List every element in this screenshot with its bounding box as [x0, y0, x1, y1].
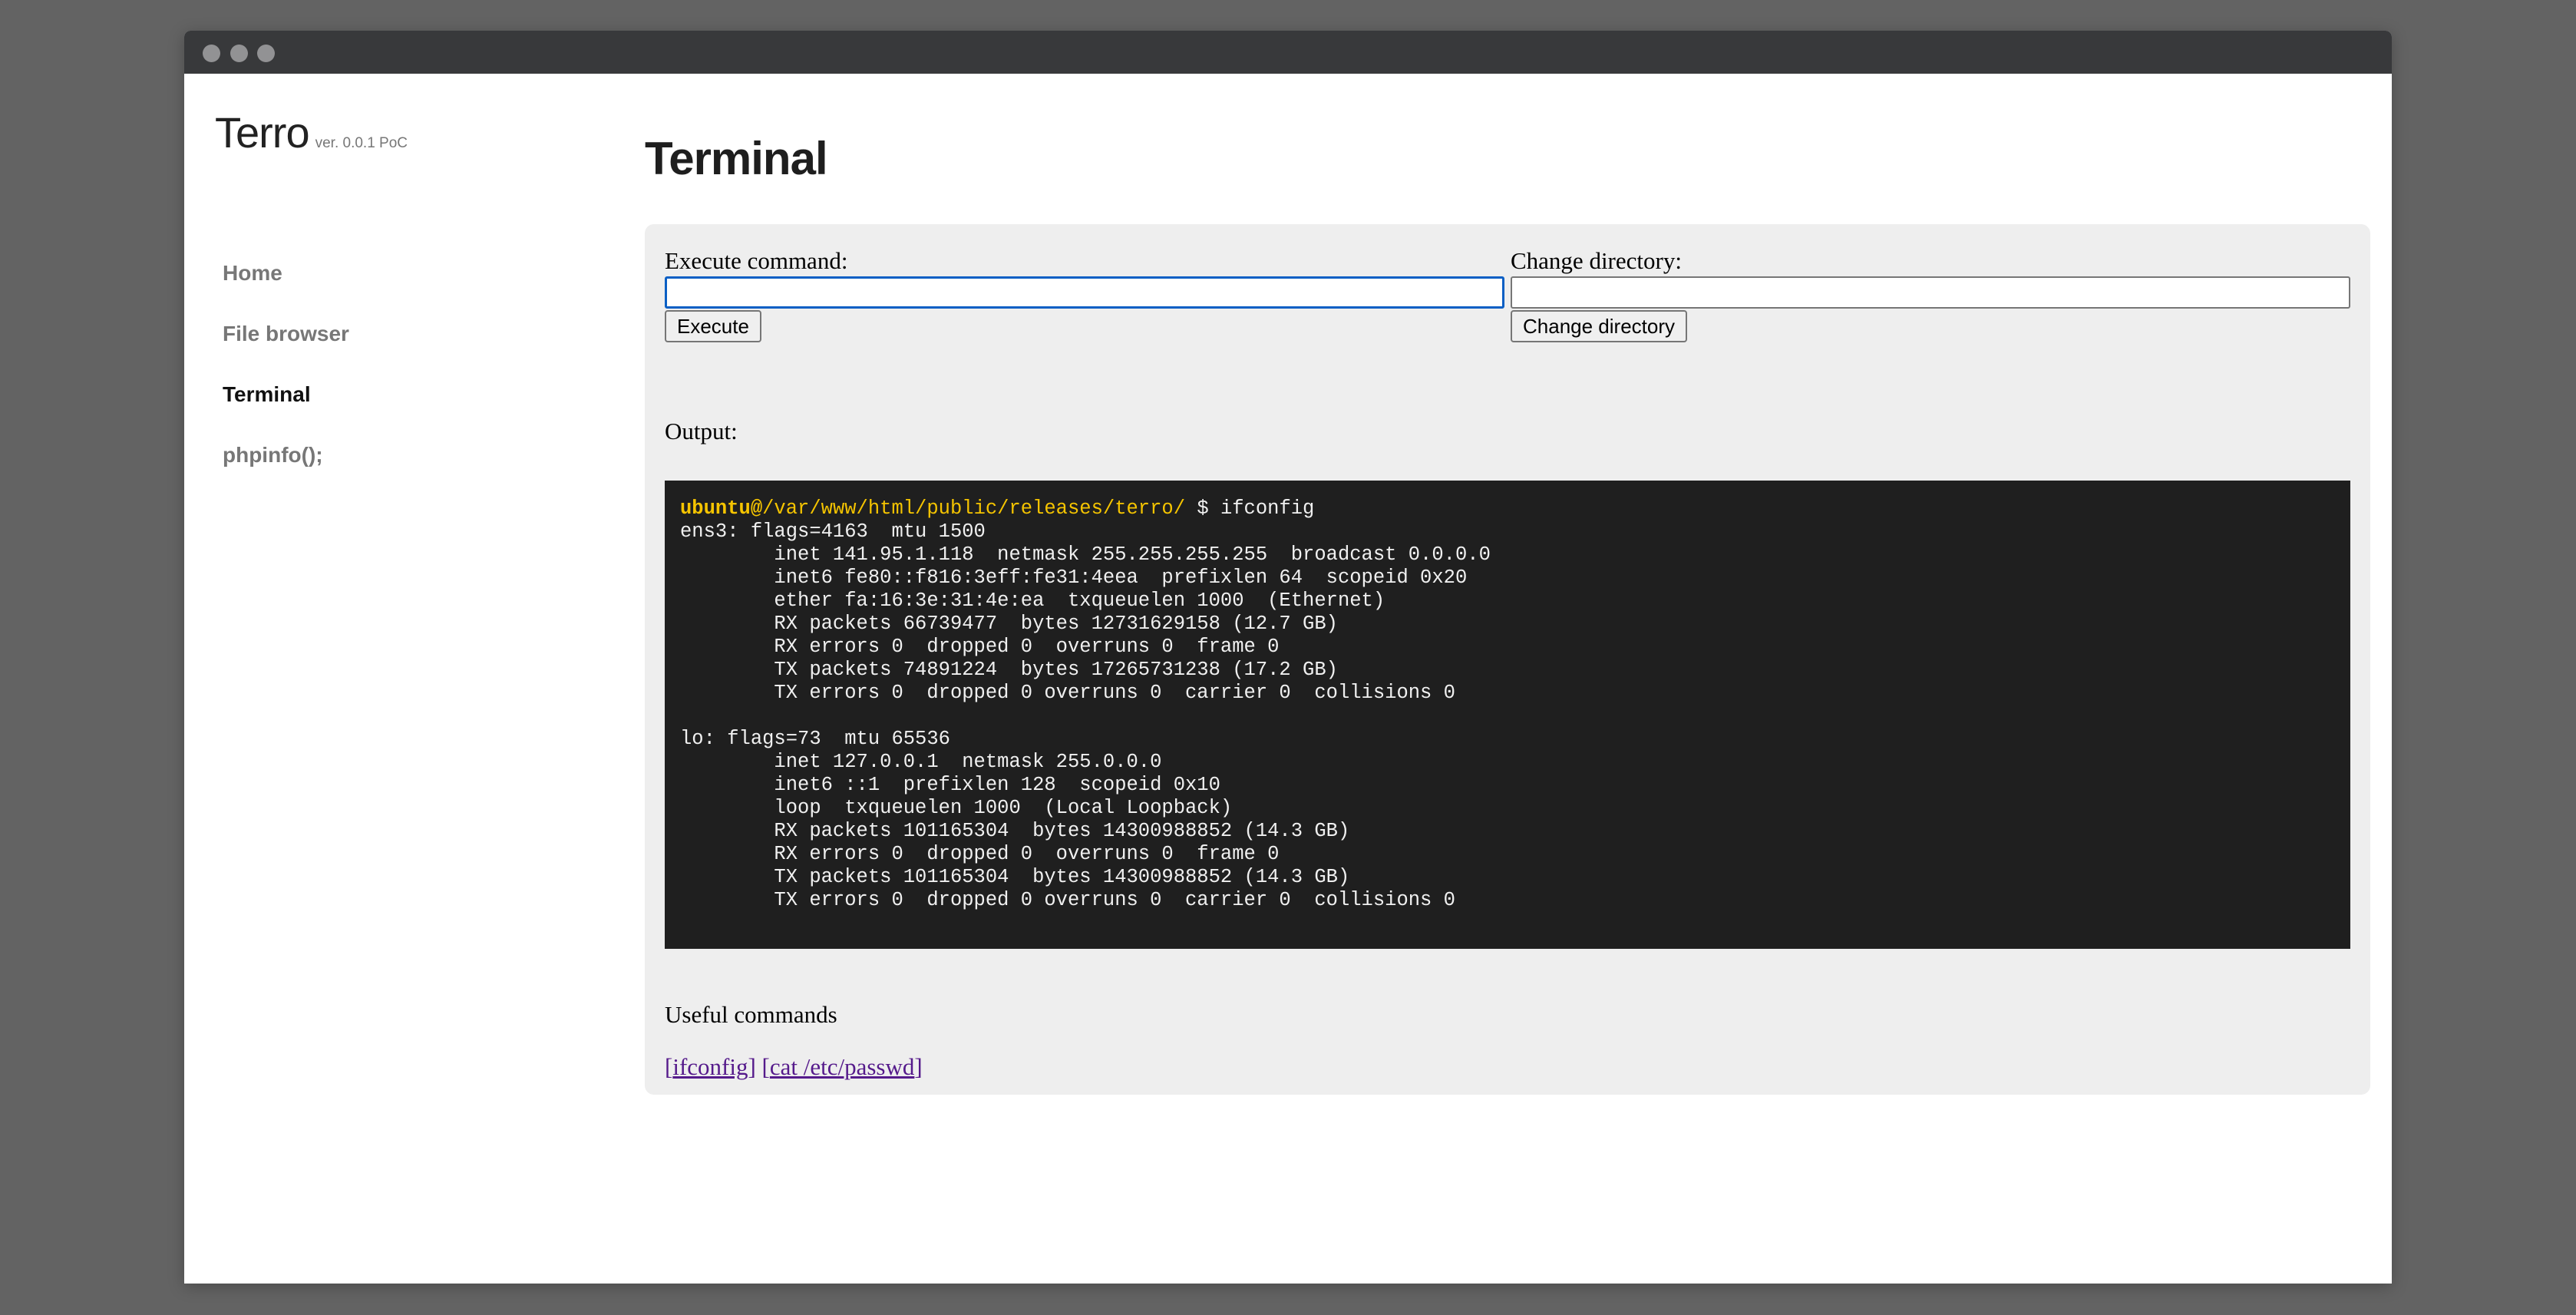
sidebar-item-home[interactable]: Home [223, 258, 349, 319]
sidebar-item-file-browser[interactable]: File browser [223, 319, 349, 379]
terminal-line: loop txqueuelen 1000 (Local Loopback) [774, 797, 1233, 819]
change-directory-form: Change directory: Change directory [1511, 247, 2350, 342]
change-directory-input[interactable] [1511, 276, 2350, 309]
terminal-output: ubuntu@/var/www/html/public/releases/ter… [665, 481, 2350, 949]
execute-command-label: Execute command: [665, 247, 848, 274]
useful-commands-title: Useful commands [665, 1001, 837, 1028]
browser-window: Terro ver. 0.0.1 PoC Home File browser Te… [184, 31, 2392, 1284]
brand-version: ver. 0.0.1 PoC [315, 135, 408, 151]
brand-logo: Terro ver. 0.0.1 PoC [215, 107, 408, 157]
terminal-line: TX errors 0 dropped 0 overruns 0 carrier… [680, 889, 1455, 911]
prompt-command: ifconfig [1220, 497, 1315, 520]
terminal-line: inet6 fe80::f816:3eff:fe31:4eea prefixle… [774, 567, 1468, 589]
terminal-line: inet 127.0.0.1 netmask 255.0.0.0 [774, 751, 1162, 773]
prompt: ubuntu@/var/www/html/public/releases/ter… [680, 497, 1185, 520]
terminal-line: TX packets 74891224 bytes 17265731238 (1… [774, 659, 1338, 681]
execute-command-form: Execute command: Execute [665, 247, 1504, 342]
terminal-line: inet 141.95.1.118 netmask 255.255.255.25… [774, 544, 1491, 566]
terminal-line: inet6 ::1 prefixlen 128 scopeid 0x10 [774, 774, 1220, 796]
useful-command-ifconfig-link[interactable]: ifconfig [672, 1053, 748, 1080]
sidebar-item-terminal[interactable]: Terminal [223, 379, 349, 440]
terminal-output-lines: ens3: flags=4163 mtu 1500 inet 141.95.1.… [680, 520, 1491, 911]
execute-command-input[interactable] [665, 276, 1504, 309]
prompt-path: /var/www/html/public/releases/terro/ [762, 497, 1186, 520]
page-title: Terminal [645, 133, 828, 184]
brand-name: Terro [215, 108, 310, 157]
terminal-line: TX packets 101165304 bytes 14300988852 (… [774, 866, 1350, 888]
prompt-user: ubuntu@ [680, 497, 763, 520]
terminal-line: RX packets 66739477 bytes 12731629158 (1… [774, 613, 1338, 635]
change-directory-label: Change directory: [1511, 247, 1682, 274]
sidebar-item-phpinfo[interactable]: phpinfo(); [223, 440, 349, 501]
useful-commands-links: [ifconfig] [cat /etc/passwd] [665, 1053, 923, 1080]
useful-command-cat-passwd-link[interactable]: cat /etc/passwd [770, 1053, 915, 1080]
terminal-line: ens3: flags=4163 mtu 1500 [680, 520, 986, 543]
window-titlebar [184, 31, 2392, 74]
terminal-line: lo: flags=73 mtu 65536 [680, 728, 950, 750]
execute-button[interactable]: Execute [665, 310, 761, 342]
terminal-line: RX packets 101165304 bytes 14300988852 (… [774, 820, 1350, 842]
window-minimize-icon[interactable] [230, 45, 248, 62]
output-label: Output: [665, 418, 738, 444]
prompt-symbol: $ [1185, 497, 1220, 520]
window-close-icon[interactable] [203, 45, 220, 62]
terminal-line: TX errors 0 dropped 0 overruns 0 carrier… [774, 682, 1455, 704]
terminal-line: ether fa:16:3e:31:4e:ea txqueuelen 1000 … [774, 590, 1385, 612]
terminal-line: RX errors 0 dropped 0 overruns 0 frame 0 [774, 843, 1280, 865]
window-maximize-icon[interactable] [257, 45, 275, 62]
terminal-panel: Execute command: Execute Change director… [645, 224, 2370, 1095]
terminal-line: RX errors 0 dropped 0 overruns 0 frame 0 [774, 636, 1280, 658]
change-directory-button[interactable]: Change directory [1511, 310, 1687, 342]
sidebar-nav: Home File browser Terminal phpinfo(); [223, 258, 349, 501]
